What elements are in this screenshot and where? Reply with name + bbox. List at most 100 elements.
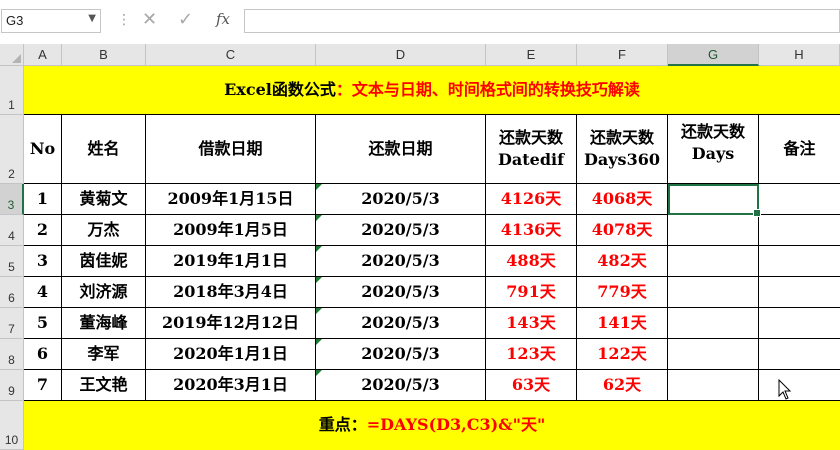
cell-remark[interactable] <box>759 277 840 308</box>
header-line: 还款天数 <box>589 127 654 147</box>
insert-function-icon[interactable]: fx <box>216 10 230 28</box>
name-box[interactable]: G3 ▼ <box>1 9 101 33</box>
cell-days360[interactable]: 4068天 <box>577 184 668 215</box>
cell-days[interactable] <box>668 184 759 215</box>
cell-loan-date[interactable]: 2019年1月1日 <box>146 246 316 277</box>
cell-repay-date[interactable]: 2020/5/3 <box>316 215 486 246</box>
cell-days360[interactable]: 122天 <box>577 339 668 370</box>
cell-name[interactable]: 李军 <box>62 339 146 370</box>
cell-remark[interactable] <box>759 215 840 246</box>
row-header-4[interactable]: 4 <box>0 215 24 246</box>
cell-no[interactable]: 6 <box>24 339 62 370</box>
cell-datedif[interactable]: 4136天 <box>486 215 577 246</box>
header-days360[interactable]: 还款天数 Days360 <box>577 115 668 184</box>
cell-days360[interactable]: 482天 <box>577 246 668 277</box>
cell-no[interactable]: 5 <box>24 308 62 339</box>
cell-no[interactable]: 4 <box>24 277 62 308</box>
cell-datedif[interactable]: 4126天 <box>486 184 577 215</box>
cell-name[interactable]: 王文艳 <box>62 370 146 401</box>
column-header-h[interactable]: H <box>759 44 840 66</box>
cancel-icon[interactable]: ✕ <box>142 9 157 30</box>
formula-input[interactable] <box>244 9 840 33</box>
header-line: Days360 <box>584 150 660 169</box>
cell-no[interactable]: 7 <box>24 370 62 401</box>
cell-repay-date[interactable]: 2020/5/3 <box>316 277 486 308</box>
row-header-10[interactable]: 10 <box>0 401 24 450</box>
row-header-8[interactable]: 8 <box>0 339 24 370</box>
chevron-down-icon[interactable]: ▼ <box>88 13 96 24</box>
cell-repay-date[interactable]: 2020/5/3 <box>316 184 486 215</box>
row-header-7[interactable]: 7 <box>0 308 24 339</box>
cell-datedif[interactable]: 488天 <box>486 246 577 277</box>
cell-days[interactable] <box>668 246 759 277</box>
row-header-1[interactable]: 1 <box>0 66 24 115</box>
column-header-g[interactable]: G <box>668 44 759 66</box>
name-box-value: G3 <box>6 13 24 28</box>
cell-datedif[interactable]: 791天 <box>486 277 577 308</box>
header-no[interactable]: No <box>24 115 62 184</box>
row-header-5[interactable]: 5 <box>0 246 24 277</box>
cell-loan-date[interactable]: 2009年1月15日 <box>146 184 316 215</box>
cell-datedif[interactable]: 143天 <box>486 308 577 339</box>
cell-remark[interactable] <box>759 370 840 401</box>
cell-datedif[interactable]: 63天 <box>486 370 577 401</box>
cell-loan-date[interactable]: 2020年3月1日 <box>146 370 316 401</box>
cell-no[interactable]: 2 <box>24 215 62 246</box>
row-header-2[interactable]: 2 <box>0 115 24 184</box>
column-header-c[interactable]: C <box>146 44 316 66</box>
cell-no[interactable]: 1 <box>24 184 62 215</box>
cell-days360[interactable]: 779天 <box>577 277 668 308</box>
column-header-a[interactable]: A <box>24 44 62 66</box>
row-number: 2 <box>8 167 15 181</box>
column-header-b[interactable]: B <box>62 44 146 66</box>
header-loan-date[interactable]: 借款日期 <box>146 115 316 184</box>
header-repay-date[interactable]: 还款日期 <box>316 115 486 184</box>
title-cell[interactable]: Excel函数公式 ：文本与日期、时间格式间的转换技巧解读 <box>24 66 840 115</box>
cell-loan-date[interactable]: 2018年3月4日 <box>146 277 316 308</box>
header-name[interactable]: 姓名 <box>62 115 146 184</box>
header-line: 还款天数 <box>680 122 745 141</box>
cell-repay-date[interactable]: 2020/5/3 <box>316 339 486 370</box>
row-header-6[interactable]: 6 <box>0 277 24 308</box>
column-header-f[interactable]: F <box>577 44 668 66</box>
cell-name[interactable]: 董海峰 <box>62 308 146 339</box>
cell-remark[interactable] <box>759 246 840 277</box>
cell-remark[interactable] <box>759 184 840 215</box>
header-remark[interactable]: 备注 <box>759 115 840 184</box>
cell-days[interactable] <box>668 370 759 401</box>
header-days[interactable]: 还款天数 Days <box>668 115 759 184</box>
cell-days[interactable] <box>668 277 759 308</box>
column-header-e[interactable]: E <box>486 44 577 66</box>
cell-no[interactable]: 3 <box>24 246 62 277</box>
cell-loan-date[interactable]: 2020年1月1日 <box>146 339 316 370</box>
cell-name[interactable]: 黄菊文 <box>62 184 146 215</box>
cell-loan-date[interactable]: 2009年1月5日 <box>146 215 316 246</box>
row-header-3[interactable]: 3 <box>0 184 24 215</box>
cell-days360[interactable]: 141天 <box>577 308 668 339</box>
row-header-9[interactable]: 9 <box>0 370 24 401</box>
cell-repay-date[interactable]: 2020/5/3 <box>316 246 486 277</box>
column-header-d[interactable]: D <box>316 44 486 66</box>
header-datedif[interactable]: 还款天数 Datedif <box>486 115 577 184</box>
drag-handle-icon[interactable]: ⋮ <box>117 12 131 28</box>
row-number: 4 <box>8 229 15 243</box>
formula-bar: G3 ▼ ⋮ ✕ ✓ fx <box>0 0 840 44</box>
cell-name[interactable]: 茵佳妮 <box>62 246 146 277</box>
cell-days[interactable] <box>668 215 759 246</box>
cell-days360[interactable]: 62天 <box>577 370 668 401</box>
row-number: 5 <box>8 260 15 274</box>
cell-remark[interactable] <box>759 339 840 370</box>
cell-days[interactable] <box>668 339 759 370</box>
footer-cell[interactable]: 重点： =DAYS(D3,C3)&"天" <box>24 401 840 450</box>
check-icon[interactable]: ✓ <box>178 9 193 30</box>
cell-days360[interactable]: 4078天 <box>577 215 668 246</box>
cell-remark[interactable] <box>759 308 840 339</box>
cell-name[interactable]: 万杰 <box>62 215 146 246</box>
cell-days[interactable] <box>668 308 759 339</box>
cell-repay-date[interactable]: 2020/5/3 <box>316 308 486 339</box>
cell-loan-date[interactable]: 2019年12月12日 <box>146 308 316 339</box>
cell-datedif[interactable]: 123天 <box>486 339 577 370</box>
select-all-button[interactable] <box>0 44 24 66</box>
cell-repay-date[interactable]: 2020/5/3 <box>316 370 486 401</box>
cell-name[interactable]: 刘济源 <box>62 277 146 308</box>
